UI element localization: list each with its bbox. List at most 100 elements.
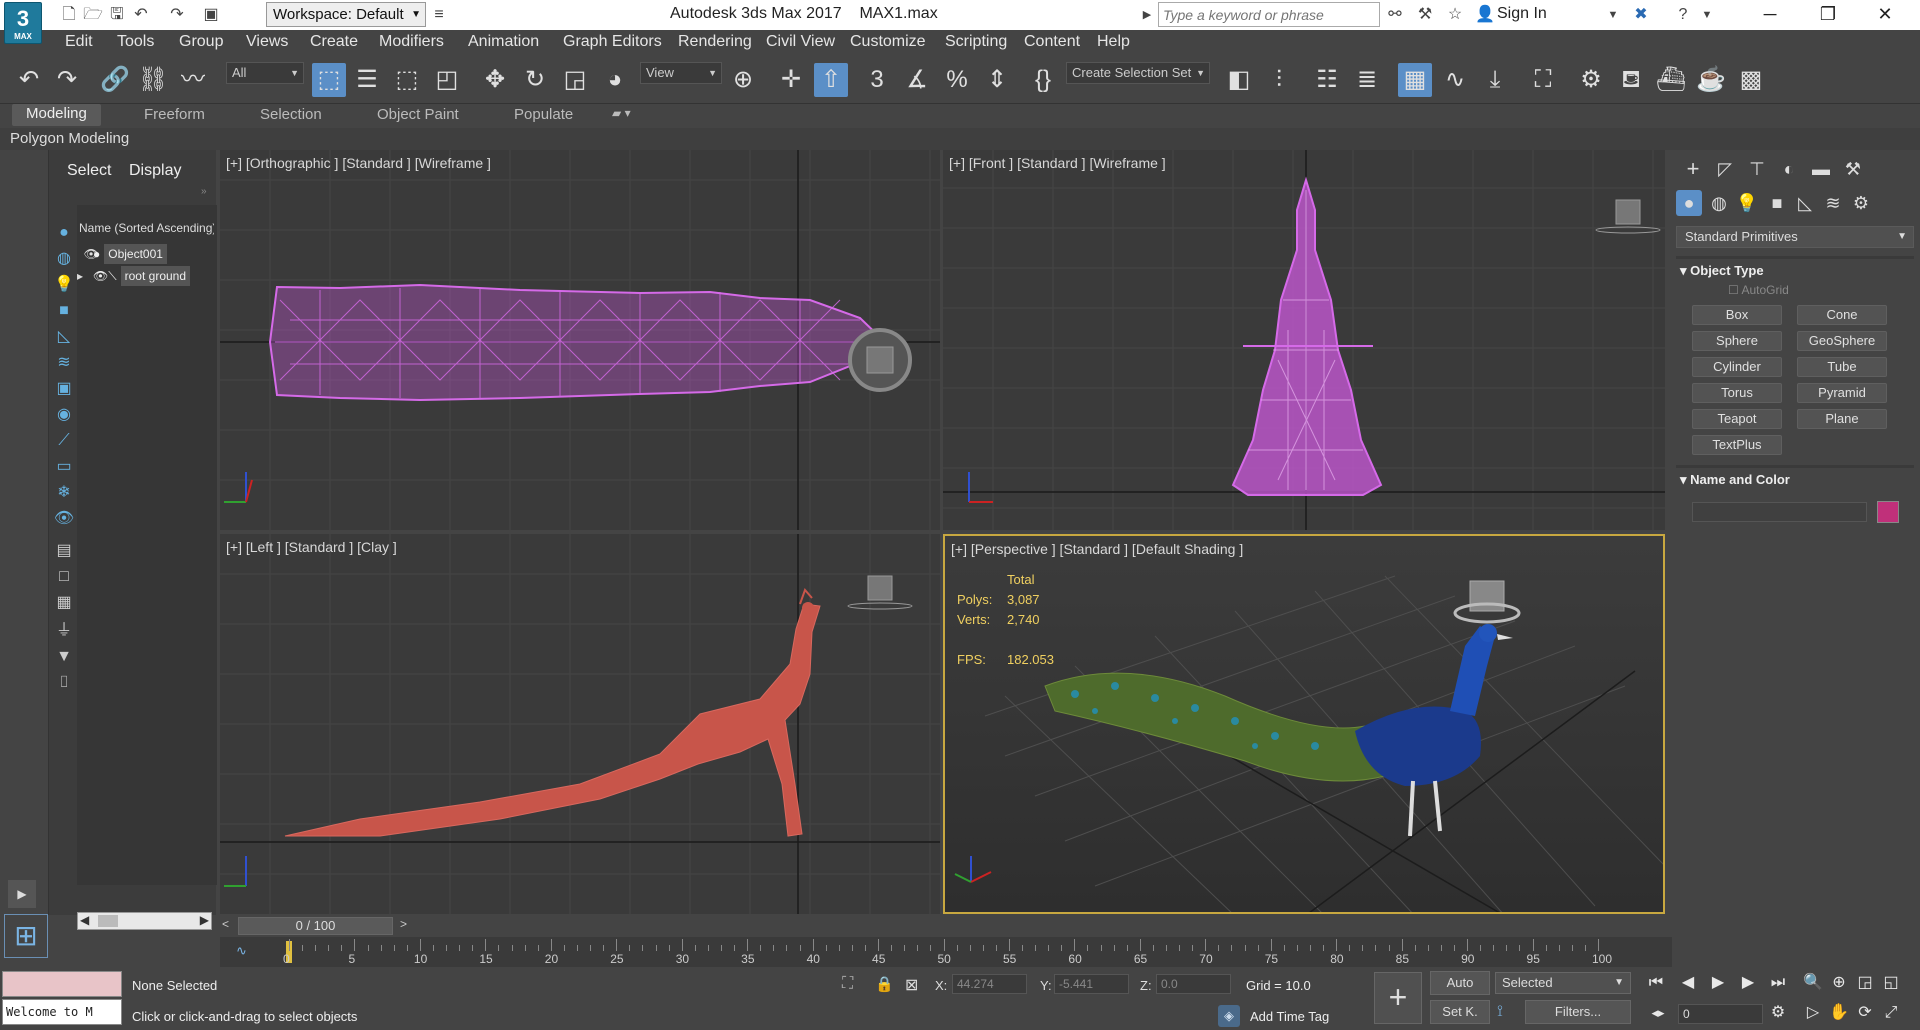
- rectangular-selection-icon[interactable]: ⬚: [390, 63, 424, 97]
- menu-edit[interactable]: Edit: [65, 33, 93, 51]
- menu-customize[interactable]: Customize: [850, 33, 926, 51]
- bind-space-warp-icon[interactable]: 〰: [176, 63, 210, 97]
- create-tab-icon[interactable]: +: [1680, 156, 1706, 182]
- plane-button[interactable]: Plane: [1797, 409, 1887, 429]
- spacewarps-category-icon[interactable]: ≋: [1820, 190, 1846, 216]
- window-crossing-icon[interactable]: ◰: [430, 63, 464, 97]
- display-bones-icon[interactable]: ⟋: [52, 430, 76, 452]
- named-selection-set-dropdown[interactable]: Create Selection Set ▼: [1066, 62, 1210, 84]
- menu-views[interactable]: Views: [246, 33, 288, 51]
- restore-button[interactable]: ❐: [1803, 0, 1853, 30]
- cone-button[interactable]: Cone: [1797, 305, 1887, 325]
- search-input[interactable]: [1158, 2, 1380, 27]
- zoom-all-icon[interactable]: ⊕: [1826, 971, 1852, 995]
- teapot-button[interactable]: Teapot: [1692, 409, 1782, 429]
- menu-create[interactable]: Create: [310, 33, 358, 51]
- autogrid-checkbox[interactable]: ☐ AutoGrid: [1728, 283, 1789, 297]
- selection-filter-dropdown[interactable]: All ▼: [226, 62, 304, 84]
- geometry-category-icon[interactable]: ●: [1676, 190, 1702, 216]
- help-dropdown-icon[interactable]: ▼: [1696, 5, 1718, 25]
- shapes-category-icon[interactable]: ◍: [1706, 190, 1732, 216]
- minimize-button[interactable]: ─: [1745, 0, 1795, 30]
- display-geometry-icon[interactable]: ●: [52, 222, 76, 244]
- mirror-icon[interactable]: ◧: [1222, 63, 1256, 97]
- edit-named-selection-icon[interactable]: {}: [1026, 63, 1060, 97]
- cameras-category-icon[interactable]: ■: [1764, 190, 1790, 216]
- render-in-cloud-icon[interactable]: ▩: [1734, 63, 1768, 97]
- display-xrefs-icon[interactable]: ◉: [52, 404, 76, 426]
- app-logo[interactable]: 3 MAX: [4, 2, 42, 44]
- pan-icon[interactable]: ✋: [1826, 1001, 1852, 1025]
- object-color-swatch[interactable]: [1877, 501, 1899, 523]
- new-file-icon[interactable]: 🗋: [58, 5, 80, 25]
- key-filter-dropdown[interactable]: Selected ▼: [1495, 972, 1631, 994]
- expand-layout-icon[interactable]: ▶: [8, 880, 36, 908]
- binoculars-icon[interactable]: ⚯: [1384, 5, 1406, 25]
- undo-icon[interactable]: ↶: [130, 5, 152, 25]
- display-shapes-icon[interactable]: ◍: [52, 248, 76, 270]
- project-folder-icon[interactable]: ▣: [200, 5, 222, 25]
- current-frame-field[interactable]: 0: [1678, 1004, 1763, 1024]
- maximize-viewport-icon[interactable]: ⤢: [1878, 1001, 1904, 1025]
- time-slider-thumb[interactable]: 0 / 100: [238, 917, 393, 935]
- key-filters-button[interactable]: Filters...: [1525, 1000, 1631, 1024]
- scene-tab-display[interactable]: Display: [129, 162, 181, 180]
- utilities-tab-icon[interactable]: ⚒: [1840, 156, 1866, 182]
- menu-tools[interactable]: Tools: [117, 33, 154, 51]
- placement-icon[interactable]: ◕: [598, 63, 632, 97]
- viewport-label[interactable]: [+] [Front ] [Standard ] [Wireframe ]: [949, 155, 1166, 171]
- absolute-mode-icon[interactable]: ⊠: [905, 975, 918, 995]
- display-tab-icon[interactable]: ▬: [1808, 156, 1834, 182]
- scene-tab-select[interactable]: Select: [67, 162, 111, 180]
- column-header-name[interactable]: Name (Sorted Ascending): [79, 221, 214, 235]
- align-icon[interactable]: ⫶: [1262, 63, 1296, 97]
- previous-frame-icon[interactable]: ◀: [1675, 971, 1701, 995]
- polygon-modeling-panel[interactable]: Polygon Modeling: [10, 130, 129, 147]
- orbit-icon[interactable]: ⟳: [1852, 1001, 1878, 1025]
- name-and-color-rollout[interactable]: ▾ Name and Color: [1680, 472, 1790, 488]
- display-none-icon[interactable]: □: [52, 566, 76, 588]
- object-type-rollout[interactable]: ▾ Object Type: [1680, 263, 1764, 279]
- workspace-dropdown[interactable]: Workspace: Default ▼: [266, 2, 426, 27]
- lights-category-icon[interactable]: 💡: [1734, 190, 1760, 216]
- menu-animation[interactable]: Animation: [468, 33, 539, 51]
- play-icon[interactable]: ▶: [1705, 971, 1731, 995]
- pyramid-button[interactable]: Pyramid: [1797, 383, 1887, 403]
- isolate-selection-icon[interactable]: ⛶: [842, 975, 853, 993]
- filter-funnel-icon[interactable]: ▼: [52, 646, 76, 668]
- geosphere-button[interactable]: GeoSphere: [1797, 331, 1887, 351]
- menu-content[interactable]: Content: [1024, 33, 1080, 51]
- rotate-icon[interactable]: ↻: [518, 63, 552, 97]
- percent-snap-icon[interactable]: %: [940, 63, 974, 97]
- expand-arrow-icon[interactable]: ▸: [77, 266, 93, 286]
- display-helpers-icon[interactable]: ◺: [52, 326, 76, 348]
- curve-editor-icon[interactable]: ∿: [1438, 63, 1472, 97]
- viewport-orthographic[interactable]: [+] [Orthographic ] [Standard ] [Wirefra…: [220, 150, 940, 530]
- expand-icon[interactable]: ▶: [1136, 5, 1158, 25]
- material-editor-icon[interactable]: ⚙: [1574, 63, 1608, 97]
- viewport-perspective[interactable]: [+] [Perspective ] [Standard ] [Default …: [943, 534, 1665, 914]
- subscription-icon[interactable]: ⚒: [1414, 5, 1436, 25]
- tab-freeform[interactable]: Freeform: [144, 106, 205, 123]
- reference-coordinate-dropdown[interactable]: View ▼: [640, 62, 722, 84]
- key-mode-toggle-icon[interactable]: ◂▸: [1645, 1001, 1671, 1025]
- scene-explorer-icon[interactable]: ☷: [1310, 63, 1344, 97]
- exchange-icon[interactable]: ✖: [1630, 5, 1652, 25]
- zoom-extents-all-icon[interactable]: ◱: [1878, 971, 1904, 995]
- sign-in-dropdown-icon[interactable]: ▼: [1602, 5, 1624, 25]
- viewport-label[interactable]: [+] [Perspective ] [Standard ] [Default …: [951, 541, 1243, 557]
- scene-horizontal-scrollbar[interactable]: ◀ ▶: [77, 912, 212, 930]
- unlink-icon[interactable]: ⛓: [136, 63, 170, 97]
- zoom-extents-icon[interactable]: ◲: [1852, 971, 1878, 995]
- auto-key-button[interactable]: Auto: [1430, 971, 1490, 995]
- maxscript-mini-listener[interactable]: [2, 971, 122, 997]
- menu-graph-editors[interactable]: Graph Editors: [563, 33, 662, 51]
- pivot-point-icon[interactable]: ⊕: [726, 63, 760, 97]
- helpers-category-icon[interactable]: ◺: [1792, 190, 1818, 216]
- menu-rendering[interactable]: Rendering: [678, 33, 752, 51]
- display-frozen-icon[interactable]: ❄: [52, 482, 76, 504]
- display-cameras-icon[interactable]: ■: [52, 300, 76, 322]
- eye-icon[interactable]: 👁: [93, 269, 108, 283]
- help-icon[interactable]: ?: [1672, 5, 1694, 25]
- display-containers-icon[interactable]: ▭: [52, 456, 76, 478]
